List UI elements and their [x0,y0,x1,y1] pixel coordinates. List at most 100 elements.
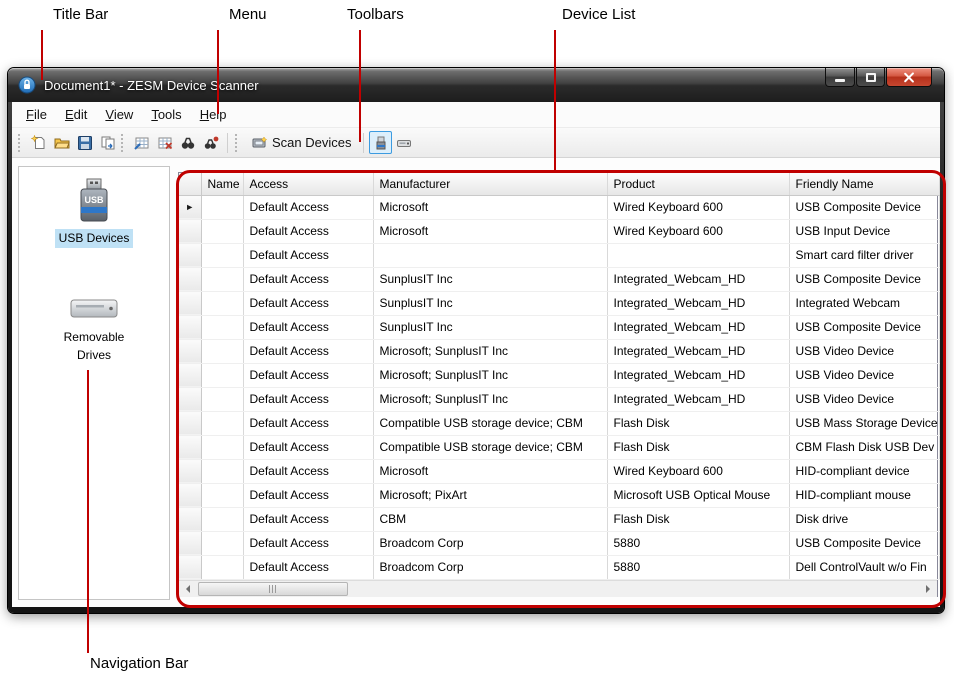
device-row[interactable]: Default Access CBM Flash Disk Disk drive [179,507,940,532]
cell-product[interactable]: Wired Keyboard 600 [607,459,790,484]
menu-help[interactable]: Help [191,103,236,126]
cell-name[interactable] [201,363,244,388]
column-header-manufacturer[interactable]: Manufacturer [373,173,608,196]
row-selector[interactable] [179,483,202,508]
cell-friendly_name[interactable]: USB Video Device [789,339,940,364]
cell-manufacturer[interactable]: SunplusIT Inc [373,315,608,340]
device-row[interactable]: Default Access Compatible USB storage dev… [179,411,940,436]
row-selector[interactable] [179,315,202,340]
cell-friendly_name[interactable]: USB Composite Device [789,267,940,292]
cell-product[interactable]: Microsoft USB Optical Mouse [607,483,790,508]
selector-column-header[interactable] [179,173,202,196]
device-row[interactable]: Default Access Broadcom Corp 5880 Dell Cont… [179,555,940,580]
title-bar[interactable]: Document1* - ZESM Device Scanner [8,68,944,102]
cell-friendly_name[interactable]: USB Composite Device [789,531,940,556]
cell-manufacturer[interactable]: Compatible USB storage device; CBM [373,435,608,460]
cell-access[interactable]: Default Access [243,291,374,316]
device-row[interactable]: Default Access SunplusIT Inc Integrated_We… [179,291,940,316]
cell-manufacturer[interactable]: CBM [373,507,608,532]
cell-product[interactable]: Integrated_Webcam_HD [607,291,790,316]
cell-name[interactable] [201,219,244,244]
cell-product[interactable]: 5880 [607,555,790,580]
cell-friendly_name[interactable]: USB Composite Device [789,195,940,220]
cell-manufacturer[interactable]: Broadcom Corp [373,531,608,556]
cell-friendly_name[interactable]: Disk drive [789,507,940,532]
cell-friendly_name[interactable]: USB Input Device [789,219,940,244]
cell-access[interactable]: Default Access [243,411,374,436]
cell-product[interactable]: Integrated_Webcam_HD [607,315,790,340]
device-row[interactable]: ► Default Access Microsoft Wired Keyboard 6… [179,195,940,220]
row-selector[interactable] [179,291,202,316]
row-selector[interactable] [179,243,202,268]
device-row[interactable]: Default Access SunplusIT Inc Integrated_We… [179,267,940,292]
device-row[interactable]: Default Access Smart card filter driver [179,243,940,268]
cell-name[interactable] [201,387,244,412]
device-row[interactable]: Default Access Microsoft; SunplusIT Inc In… [179,387,940,412]
device-row[interactable]: Default Access Compatible USB storage dev… [179,435,940,460]
cell-access[interactable]: Default Access [243,363,374,388]
cell-product[interactable]: Wired Keyboard 600 [607,219,790,244]
cell-name[interactable] [201,291,244,316]
row-selector[interactable] [179,555,202,580]
close-button[interactable] [886,68,932,87]
usb-devices-view-toggle[interactable] [369,131,393,154]
cell-access[interactable]: Default Access [243,459,374,484]
cell-friendly_name[interactable]: USB Composite Device [789,315,940,340]
cell-name[interactable] [201,555,244,580]
current-row-marker[interactable]: ► [179,195,202,220]
row-selector[interactable] [179,531,202,556]
cell-access[interactable]: Default Access [243,339,374,364]
cell-manufacturer[interactable]: Microsoft [373,195,608,220]
cell-product[interactable]: 5880 [607,531,790,556]
column-header-friendly-name[interactable]: Friendly Name [789,173,940,196]
find-button[interactable] [176,131,199,154]
cell-friendly_name[interactable]: Smart card filter driver [789,243,940,268]
cell-access[interactable]: Default Access [243,243,374,268]
cell-friendly_name[interactable]: Integrated Webcam [789,291,940,316]
cell-manufacturer[interactable]: Broadcom Corp [373,555,608,580]
cell-product[interactable]: Flash Disk [607,411,790,436]
cell-name[interactable] [201,435,244,460]
cell-access[interactable]: Default Access [243,507,374,532]
cell-access[interactable]: Default Access [243,195,374,220]
save-button[interactable] [73,131,96,154]
cell-friendly_name[interactable]: HID-compliant mouse [789,483,940,508]
nav-item-usb-devices[interactable]: USB USB Devices [19,177,169,249]
cell-manufacturer[interactable]: Microsoft; PixArt [373,483,608,508]
scan-devices-button[interactable]: Scan Devices [244,133,358,153]
cell-manufacturer[interactable]: Microsoft; SunplusIT Inc [373,363,608,388]
cell-manufacturer[interactable]: Microsoft; SunplusIT Inc [373,387,608,412]
cell-access[interactable]: Default Access [243,219,374,244]
cell-product[interactable]: Wired Keyboard 600 [607,195,790,220]
horizontal-scrollbar[interactable] [179,579,937,597]
open-button[interactable] [50,131,73,154]
cell-product[interactable]: Integrated_Webcam_HD [607,339,790,364]
menu-tools[interactable]: Tools [142,103,190,126]
cell-friendly_name[interactable]: USB Video Device [789,387,940,412]
cell-name[interactable] [201,243,244,268]
cell-friendly_name[interactable]: HID-compliant device [789,459,940,484]
cell-name[interactable] [201,483,244,508]
scroll-left-button[interactable] [179,581,196,597]
cell-manufacturer[interactable] [373,243,608,268]
cell-access[interactable]: Default Access [243,315,374,340]
cell-name[interactable] [201,459,244,484]
menu-edit[interactable]: Edit [56,103,96,126]
cell-product[interactable] [607,243,790,268]
cell-product[interactable]: Integrated_Webcam_HD [607,363,790,388]
scroll-right-button[interactable] [920,581,937,597]
device-row[interactable]: Default Access Microsoft Wired Keyboard 60… [179,219,940,244]
cell-friendly_name[interactable]: CBM Flash Disk USB Dev [789,435,940,460]
device-row[interactable]: Default Access SunplusIT Inc Integrated_We… [179,315,940,340]
cell-manufacturer[interactable]: SunplusIT Inc [373,291,608,316]
cell-name[interactable] [201,531,244,556]
column-header-name[interactable]: Name [201,173,244,196]
row-selector[interactable] [179,267,202,292]
cell-manufacturer[interactable]: Microsoft [373,459,608,484]
row-selector[interactable] [179,339,202,364]
menu-file[interactable]: File [17,103,56,126]
device-row[interactable]: Default Access Microsoft; PixArt Microsoft… [179,483,940,508]
export-button[interactable] [96,131,119,154]
removable-drives-view-toggle[interactable] [392,131,415,154]
cell-access[interactable]: Default Access [243,435,374,460]
